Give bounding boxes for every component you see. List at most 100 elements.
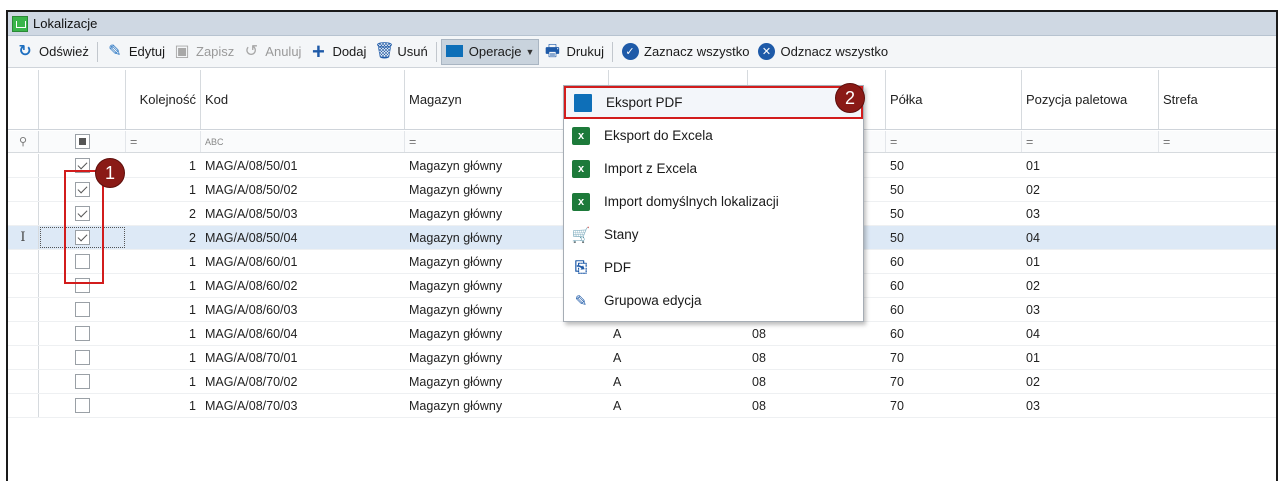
deselect-all-button[interactable]: ✕ Odznacz wszystko <box>754 39 893 65</box>
cell-zone[interactable] <box>1159 178 1276 201</box>
cell-code[interactable]: MAG/A/08/50/03 <box>201 202 405 225</box>
menu-item-pdf[interactable]: ⎘ PDF <box>564 251 863 284</box>
cell-col5[interactable]: 08 <box>748 370 886 393</box>
cell-shelf[interactable]: 70 <box>886 394 1022 417</box>
indeterminate-checkbox[interactable] <box>74 134 90 149</box>
cell-pallet-position[interactable]: 04 <box>1022 226 1159 249</box>
cell-order[interactable]: 2 <box>126 226 201 249</box>
row-checkbox[interactable] <box>74 398 90 413</box>
menu-item-export-excel[interactable]: x Eksport do Excela <box>564 119 863 152</box>
cell-pallet-position[interactable]: 02 <box>1022 274 1159 297</box>
table-row[interactable]: 1 MAG/A/08/70/02 Magazyn główny A 08 70 02 <box>8 370 1276 394</box>
cell-code[interactable]: MAG/A/08/50/01 <box>201 154 405 177</box>
cell-pallet-position[interactable]: 02 <box>1022 370 1159 393</box>
cell-zone[interactable] <box>1159 202 1276 225</box>
cell-pallet-position[interactable]: 03 <box>1022 394 1159 417</box>
filter-zone[interactable]: = <box>1159 131 1276 152</box>
cell-order[interactable]: 1 <box>126 154 201 177</box>
cell-zone[interactable] <box>1159 370 1276 393</box>
cell-order[interactable]: 1 <box>126 298 201 321</box>
table-row[interactable]: 1 MAG/A/08/60/04 Magazyn główny A 08 60 04 <box>8 322 1276 346</box>
cell-col5[interactable]: 08 <box>748 394 886 417</box>
cell-col4[interactable]: A <box>609 346 748 369</box>
cell-col4[interactable]: A <box>609 322 748 345</box>
table-row[interactable]: 1 MAG/A/08/70/01 Magazyn główny A 08 70 01 <box>8 346 1276 370</box>
cell-col5[interactable]: 08 <box>748 322 886 345</box>
cell-shelf[interactable]: 60 <box>886 298 1022 321</box>
cell-order[interactable]: 1 <box>126 178 201 201</box>
cell-pallet-position[interactable]: 01 <box>1022 346 1159 369</box>
cell-warehouse[interactable]: Magazyn główny <box>405 346 609 369</box>
print-button[interactable]: 🖶 Drukuj <box>539 39 608 65</box>
delete-button[interactable]: 🗑 Usuń <box>370 39 431 65</box>
cell-col5[interactable]: 08 <box>748 346 886 369</box>
cell-code[interactable]: MAG/A/08/60/03 <box>201 298 405 321</box>
row-checkbox-cell[interactable] <box>39 370 126 393</box>
select-all-button[interactable]: ✓ Zaznacz wszystko <box>617 39 753 65</box>
cell-pallet-position[interactable]: 01 <box>1022 154 1159 177</box>
cell-shelf[interactable]: 60 <box>886 322 1022 345</box>
cell-zone[interactable] <box>1159 346 1276 369</box>
cell-code[interactable]: MAG/A/08/70/01 <box>201 346 405 369</box>
cell-order[interactable]: 2 <box>126 202 201 225</box>
row-checkbox-cell[interactable] <box>39 394 126 417</box>
cell-shelf[interactable]: 50 <box>886 202 1022 225</box>
cell-shelf[interactable]: 50 <box>886 178 1022 201</box>
filter-shelf[interactable]: = <box>886 131 1022 152</box>
menu-item-stock[interactable]: 🛒 Stany <box>564 218 863 251</box>
cell-pallet-position[interactable]: 03 <box>1022 202 1159 225</box>
menu-item-group-edit[interactable]: ✎ Grupowa edycja <box>564 284 863 317</box>
save-button[interactable]: ▣ Zapisz <box>169 39 238 65</box>
table-row[interactable]: 1 MAG/A/08/70/03 Magazyn główny A 08 70 03 <box>8 394 1276 418</box>
menu-item-import-excel[interactable]: x Import z Excela <box>564 152 863 185</box>
cell-shelf[interactable]: 60 <box>886 250 1022 273</box>
cell-col4[interactable]: A <box>609 370 748 393</box>
filter-select-all-checkbox[interactable] <box>39 131 126 152</box>
cell-code[interactable]: MAG/A/08/60/01 <box>201 250 405 273</box>
row-checkbox[interactable] <box>74 302 90 317</box>
cell-order[interactable]: 1 <box>126 322 201 345</box>
row-checkbox-cell[interactable] <box>39 346 126 369</box>
cell-pallet-position[interactable]: 03 <box>1022 298 1159 321</box>
cell-pallet-position[interactable]: 01 <box>1022 250 1159 273</box>
filter-code[interactable]: ABC <box>201 131 405 152</box>
cell-code[interactable]: MAG/A/08/70/02 <box>201 370 405 393</box>
row-checkbox[interactable] <box>74 326 90 341</box>
row-checkbox[interactable] <box>74 350 90 365</box>
column-header-code[interactable]: Kod <box>201 70 405 129</box>
cell-warehouse[interactable]: Magazyn główny <box>405 370 609 393</box>
column-header-pallet-position[interactable]: Pozycja paletowa <box>1022 70 1159 129</box>
operations-dropdown-button[interactable]: Operacje ▼ <box>440 38 540 65</box>
cell-order[interactable]: 1 <box>126 274 201 297</box>
cell-zone[interactable] <box>1159 322 1276 345</box>
row-checkbox-cell[interactable] <box>39 322 126 345</box>
cell-zone[interactable] <box>1159 250 1276 273</box>
row-checkbox[interactable] <box>74 374 90 389</box>
column-header-zone[interactable]: Strefa <box>1159 70 1276 129</box>
refresh-button[interactable]: ↻ Odśwież <box>12 39 93 65</box>
column-header-shelf[interactable]: Półka <box>886 70 1022 129</box>
filter-pallet[interactable]: = <box>1022 131 1159 152</box>
cell-warehouse[interactable]: Magazyn główny <box>405 394 609 417</box>
filter-order[interactable]: = <box>126 131 201 152</box>
menu-item-import-default-locations[interactable]: x Import domyślnych lokalizacji <box>564 185 863 218</box>
cell-shelf[interactable]: 70 <box>886 346 1022 369</box>
cell-shelf[interactable]: 50 <box>886 154 1022 177</box>
cell-warehouse[interactable]: Magazyn główny <box>405 322 609 345</box>
cell-order[interactable]: 1 <box>126 394 201 417</box>
cell-order[interactable]: 1 <box>126 346 201 369</box>
cell-code[interactable]: MAG/A/08/50/02 <box>201 178 405 201</box>
cell-pallet-position[interactable]: 02 <box>1022 178 1159 201</box>
menu-item-export-pdf[interactable]: Eksport PDF <box>564 86 863 119</box>
cell-zone[interactable] <box>1159 226 1276 249</box>
cancel-button[interactable]: ↺ Anuluj <box>238 39 305 65</box>
row-checkbox-cell[interactable] <box>39 298 126 321</box>
cell-code[interactable]: MAG/A/08/60/02 <box>201 274 405 297</box>
column-header-order[interactable]: Kolejność <box>126 70 201 129</box>
cell-col4[interactable]: A <box>609 394 748 417</box>
cell-order[interactable]: 1 <box>126 250 201 273</box>
add-button[interactable]: + Dodaj <box>305 39 370 65</box>
cell-zone[interactable] <box>1159 394 1276 417</box>
cell-zone[interactable] <box>1159 154 1276 177</box>
cell-code[interactable]: MAG/A/08/50/04 <box>201 226 405 249</box>
